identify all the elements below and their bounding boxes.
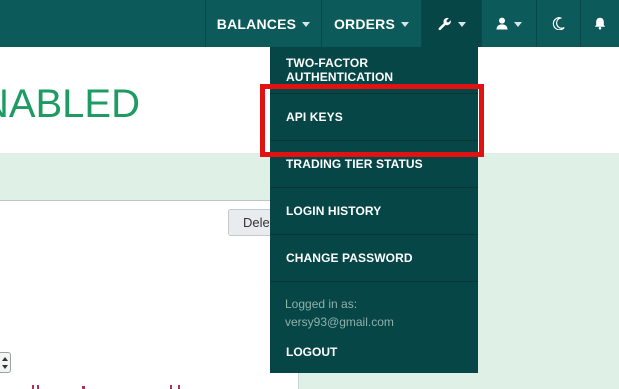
- notifications-button[interactable]: [580, 0, 619, 47]
- caret-down-icon: [401, 22, 410, 27]
- logged-in-email: versy93@gmail.com: [285, 315, 394, 329]
- balances-label: BALANCES: [216, 15, 297, 32]
- menu-item-login-history[interactable]: LOGIN HISTORY: [270, 188, 478, 235]
- caret-down-icon: [514, 22, 522, 27]
- page-title: NABLED: [0, 82, 270, 132]
- cropped-text-fragment: [32, 385, 180, 389]
- bell-icon: [594, 17, 606, 30]
- wrench-icon: [438, 17, 451, 30]
- caret-down-icon: [302, 22, 311, 27]
- highlight-box: [260, 84, 484, 157]
- menu-item-change-password[interactable]: CHANGE PASSWORD: [270, 235, 478, 282]
- number-stepper[interactable]: [0, 352, 11, 373]
- orders-label: ORDERS: [333, 15, 396, 32]
- logged-in-label: Logged in as:: [285, 297, 358, 311]
- balances-menu[interactable]: BALANCES: [205, 0, 321, 47]
- stepper-up-icon: [2, 357, 8, 361]
- top-navbar: BALANCES ORDERS: [0, 0, 619, 47]
- stepper-down-icon: [2, 365, 8, 369]
- user-menu[interactable]: [481, 0, 536, 47]
- orders-menu[interactable]: ORDERS: [321, 0, 421, 47]
- tools-menu[interactable]: [421, 0, 481, 47]
- caret-down-icon: [457, 22, 466, 27]
- moon-icon: [552, 17, 565, 30]
- user-icon: [496, 17, 508, 30]
- logout-link[interactable]: LOGOUT: [286, 345, 337, 359]
- page-title-text: NABLED: [0, 82, 140, 126]
- theme-toggle[interactable]: [536, 0, 580, 47]
